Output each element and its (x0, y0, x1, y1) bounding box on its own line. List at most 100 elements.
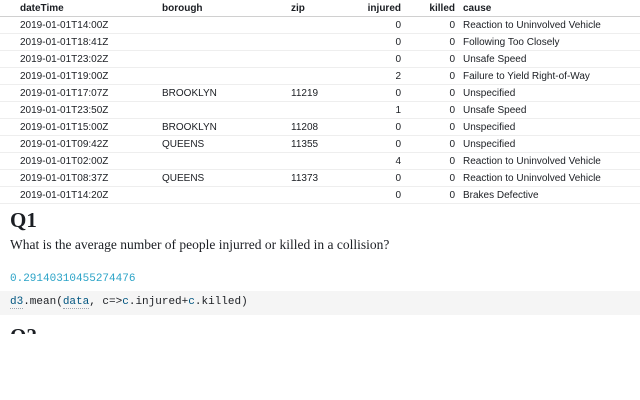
code-field-injured: .injured+ (128, 296, 189, 308)
cell-borough (158, 50, 287, 68)
row-spacer (0, 169, 16, 187)
cell-borough (158, 67, 287, 85)
cell-zip (287, 33, 340, 51)
cell-killed: 0 (405, 50, 459, 68)
code-d3-variable[interactable]: d3 (10, 296, 24, 309)
column-header-datetime[interactable]: dateTime (16, 0, 158, 17)
table-header: dateTime borough zip injured killed cause (0, 0, 640, 17)
column-header-cause[interactable]: cause (459, 0, 640, 17)
cell-killed: 0 (405, 118, 459, 136)
cell-killed: 0 (405, 101, 459, 119)
table-row: 2019-01-01T15:00Z BROOKLYN 11208 0 0 Unspecif… (0, 118, 640, 136)
cell-borough (158, 186, 287, 204)
code-method: .mean( (23, 296, 63, 308)
collision-table-container: dateTime borough zip injured killed cause 201… (0, 0, 640, 204)
row-spacer (0, 118, 16, 136)
code-param-ref: c (122, 296, 129, 308)
cell-zip (287, 152, 340, 170)
next-section-heading-text: Q2 (10, 328, 37, 334)
row-spacer (0, 16, 16, 34)
cell-cause: Following Too Closely (459, 33, 640, 51)
table-row: 2019-01-01T08:37Z QUEENS 11373 0 0 Reaction t… (0, 169, 640, 187)
table-row: 2019-01-01T14:20Z 0 0 Brakes Defective (0, 186, 640, 204)
table-row: 2019-01-01T18:41Z 0 0 Following Too Closely (0, 33, 640, 51)
cell-datetime: 2019-01-01T18:41Z (16, 33, 158, 51)
cell-killed: 0 (405, 135, 459, 153)
cell-cause: Failure to Yield Right-of-Way (459, 67, 640, 85)
code-param-ref-2: c (188, 296, 195, 308)
cell-borough: QUEENS (158, 135, 287, 153)
cell-injured: 0 (340, 16, 405, 34)
cell-zip: 11219 (287, 84, 340, 102)
cell-datetime: 2019-01-01T15:00Z (16, 118, 158, 136)
row-spacer (0, 84, 16, 102)
cell-injured: 0 (340, 169, 405, 187)
cell-cause: Unspecified (459, 135, 640, 153)
row-spacer (0, 33, 16, 51)
cell-killed: 0 (405, 16, 459, 34)
cell-borough (158, 33, 287, 51)
cell-injured: 4 (340, 152, 405, 170)
cell-cause: Unsafe Speed (459, 101, 640, 119)
row-spacer (0, 101, 16, 119)
row-spacer (0, 152, 16, 170)
cell-injured: 0 (340, 135, 405, 153)
code-arrow: => (109, 296, 123, 308)
cell-cause: Reaction to Uninvolved Vehicle (459, 16, 640, 34)
cell-datetime: 2019-01-01T19:00Z (16, 67, 158, 85)
cell-cause: Reaction to Uninvolved Vehicle (459, 152, 640, 170)
cell-injured: 0 (340, 33, 405, 51)
table-header-row: dateTime borough zip injured killed cause (0, 0, 640, 17)
section-heading: Q1 (10, 208, 37, 232)
cell-zip (287, 101, 340, 119)
table-row: 2019-01-01T09:42Z QUEENS 11355 0 0 Unspecifie… (0, 135, 640, 153)
table-row: 2019-01-01T02:00Z 4 0 Reaction to Uninvolve… (0, 152, 640, 170)
question-text: What is the average number of people inj… (10, 237, 390, 252)
code-cell[interactable]: d3.mean(data, c=>c.injured+c.killed) (0, 291, 640, 315)
cell-zip: 11355 (287, 135, 340, 153)
code-separator: , (89, 296, 103, 308)
cell-borough: BROOKLYN (158, 118, 287, 136)
cell-datetime: 2019-01-01T08:37Z (16, 169, 158, 187)
cell-zip (287, 186, 340, 204)
cell-zip: 11373 (287, 169, 340, 187)
cell-datetime: 2019-01-01T09:42Z (16, 135, 158, 153)
column-header-borough[interactable]: borough (158, 0, 287, 17)
row-spacer (0, 186, 16, 204)
cell-killed: 0 (405, 67, 459, 85)
row-spacer (0, 135, 16, 153)
cell-borough: BROOKLYN (158, 84, 287, 102)
table-body: 2019-01-01T14:00Z 0 0 Reaction to Uninvolve… (0, 16, 640, 204)
cell-cause: Unsafe Speed (459, 50, 640, 68)
code-text[interactable]: d3.mean(data, c=>c.injured+c.killed) (10, 296, 248, 309)
cell-datetime: 2019-01-01T17:07Z (16, 84, 158, 102)
table-row: 2019-01-01T23:50Z 1 0 Unsafe Speed (0, 101, 640, 119)
cell-killed: 0 (405, 186, 459, 204)
cell-borough (158, 101, 287, 119)
cell-injured: 0 (340, 50, 405, 68)
cell-datetime: 2019-01-01T14:20Z (16, 186, 158, 204)
code-data-variable[interactable]: data (62, 296, 90, 309)
cell-datetime: 2019-01-01T23:02Z (16, 50, 158, 68)
table-row: 2019-01-01T19:00Z 2 0 Failure to Yield Righ… (0, 67, 640, 85)
cell-cause: Brakes Defective (459, 186, 640, 204)
row-spacer (0, 67, 16, 85)
cell-killed: 0 (405, 169, 459, 187)
row-spacer (0, 50, 16, 68)
cell-injured: 1 (340, 101, 405, 119)
header-spacer (0, 0, 16, 17)
column-header-killed[interactable]: killed (405, 0, 459, 17)
column-header-zip[interactable]: zip (287, 0, 340, 17)
cell-output-value: 0.29140310455274476 (10, 273, 136, 285)
cell-cause: Reaction to Uninvolved Vehicle (459, 169, 640, 187)
cell-injured: 0 (340, 186, 405, 204)
cell-killed: 0 (405, 152, 459, 170)
column-header-injured[interactable]: injured (340, 0, 405, 17)
cell-zip (287, 67, 340, 85)
cell-zip (287, 50, 340, 68)
cell-injured: 0 (340, 84, 405, 102)
next-section-heading: Q2 (10, 328, 50, 334)
cell-injured: 0 (340, 118, 405, 136)
cell-datetime: 2019-01-01T23:50Z (16, 101, 158, 119)
cell-datetime: 2019-01-01T14:00Z (16, 16, 158, 34)
